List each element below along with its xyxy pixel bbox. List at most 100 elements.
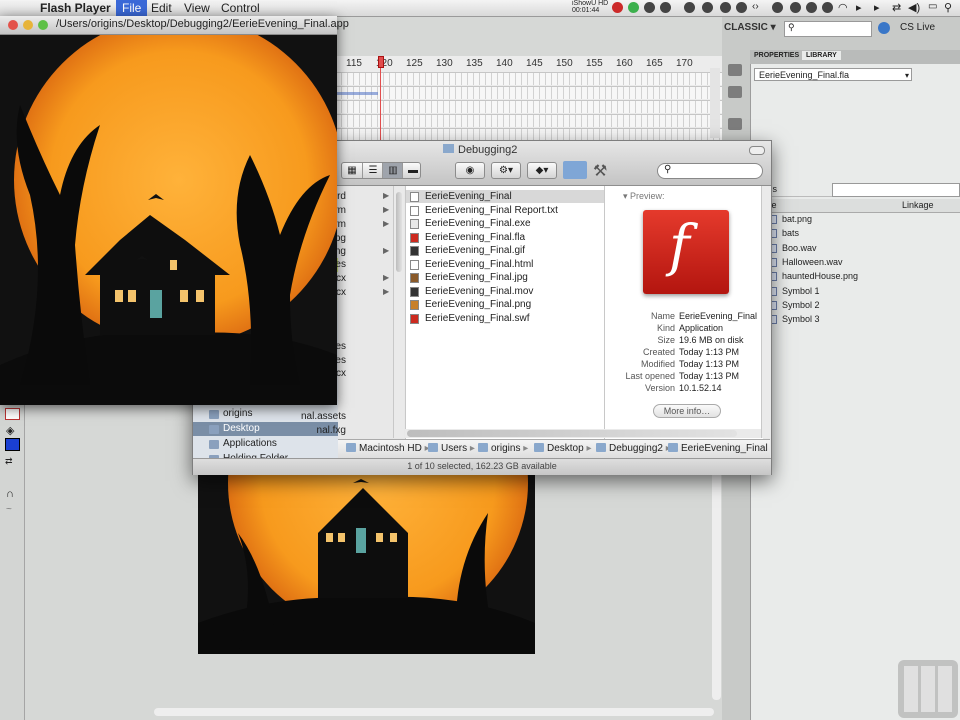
accessibility-icon[interactable] xyxy=(736,2,747,13)
action-menu-button[interactable]: ⚙▾ xyxy=(491,162,521,179)
timeline-layer-row[interactable] xyxy=(336,114,722,127)
code-icon[interactable]: ‹› xyxy=(752,1,759,12)
smooth-icon[interactable]: ~ xyxy=(6,504,12,515)
file-list-item[interactable]: EerieEvening_Final.fla xyxy=(406,231,604,244)
timeline-layer-row[interactable] xyxy=(336,72,722,85)
desktop-widget[interactable] xyxy=(898,660,958,718)
library-document-select[interactable]: EerieEvening_Final.fla ▾ xyxy=(754,68,912,81)
column-linkage[interactable]: Linkage xyxy=(902,200,934,210)
battery-icon[interactable]: ▭ xyxy=(928,1,937,12)
menu-edit[interactable]: Edit xyxy=(151,1,172,15)
snap-magnet-icon[interactable]: ∩ xyxy=(6,488,14,500)
disclosure-triangle-icon[interactable]: ▾ xyxy=(623,191,630,201)
menu-extra-icon[interactable]: ▸ xyxy=(874,1,880,14)
playhead[interactable] xyxy=(378,56,384,140)
toolbar-toggle-button[interactable] xyxy=(749,146,765,155)
file-list-item[interactable]: EerieEvening_Final.exe xyxy=(406,217,604,230)
stage-horizontal-scrollbar[interactable] xyxy=(154,708,714,716)
library-item[interactable]: Symbol 1 xyxy=(768,284,820,298)
timeline-layer-row[interactable] xyxy=(336,86,722,99)
minimize-window-button[interactable] xyxy=(23,20,33,30)
icon-view-button[interactable]: ▦ xyxy=(342,163,362,178)
column-scrollbar[interactable] xyxy=(393,186,404,438)
path-crumb[interactable]: Users ▸ xyxy=(428,443,475,454)
path-crumb[interactable]: origins ▸ xyxy=(478,443,528,454)
library-search-input[interactable] xyxy=(832,183,960,197)
library-item[interactable]: Symbol 3 xyxy=(768,312,820,326)
column-item[interactable]: nal.fxg xyxy=(193,424,346,438)
quick-look-button[interactable]: ◉ xyxy=(455,162,485,179)
volume-icon[interactable]: ◀) xyxy=(908,1,920,14)
zoom-window-button[interactable] xyxy=(38,20,48,30)
file-list-item[interactable]: EerieEvening_Final.html xyxy=(406,258,604,271)
library-item[interactable]: bat.png xyxy=(768,212,812,226)
file-list-item[interactable]: EerieEvening_Final.swf xyxy=(406,312,604,325)
workspace-switcher[interactable]: CLASSIC ▾ xyxy=(724,22,776,33)
file-list-item[interactable]: EerieEvening_Final.png xyxy=(406,298,604,311)
sync-icon[interactable] xyxy=(790,2,801,13)
column-item[interactable]: nal.assets xyxy=(193,410,346,424)
menu-extra-icon[interactable]: ⇄ xyxy=(892,1,901,14)
path-crumb[interactable]: Macintosh HD ▸ xyxy=(346,443,430,454)
status-icon[interactable] xyxy=(628,2,639,13)
frame-number: 155 xyxy=(586,58,603,69)
time-machine-icon[interactable] xyxy=(720,2,731,13)
library-item[interactable]: bats xyxy=(768,226,799,240)
swatches-icon[interactable] xyxy=(728,64,742,76)
menu-extra-icon[interactable] xyxy=(702,2,713,13)
app-name-menu[interactable]: Flash Player xyxy=(40,1,111,15)
menu-control[interactable]: Control xyxy=(221,1,260,15)
finder-horizontal-scrollbar[interactable] xyxy=(405,429,761,438)
path-crumb[interactable]: Debugging2 ▸ xyxy=(596,443,671,454)
cs-live-icon[interactable] xyxy=(878,22,890,34)
file-list-item[interactable]: EerieEvening_Final xyxy=(406,190,604,203)
bird-icon[interactable] xyxy=(684,2,695,13)
info-icon[interactable] xyxy=(728,118,742,130)
stage-artwork[interactable] xyxy=(198,473,535,654)
swap-colors-icon[interactable]: ⇄ xyxy=(5,456,13,467)
preview-scrollbar[interactable] xyxy=(761,186,771,438)
path-crumb[interactable]: EerieEvening_Final xyxy=(668,443,768,454)
sidebar-item[interactable]: Applications xyxy=(193,437,338,451)
more-info-button[interactable]: More info… xyxy=(653,404,721,418)
library-item[interactable]: hauntedHouse.png xyxy=(768,269,858,283)
file-list-item[interactable]: EerieEvening_Final.gif xyxy=(406,244,604,257)
help-search-input[interactable]: ⚲ xyxy=(784,21,872,37)
timeline-scrollbar[interactable] xyxy=(710,68,720,138)
spotlight-icon[interactable]: ⚲ xyxy=(944,1,952,14)
record-icon[interactable] xyxy=(612,2,623,13)
library-item[interactable]: Boo.wav xyxy=(768,241,817,255)
menu-file[interactable]: File xyxy=(116,0,148,16)
cs-live-button[interactable]: CS Live xyxy=(900,22,935,33)
menu-extra-icon[interactable] xyxy=(772,2,783,13)
menu-extra-icon[interactable] xyxy=(660,2,671,13)
new-folder-icon[interactable] xyxy=(563,161,587,179)
list-view-button[interactable]: ☰ xyxy=(362,163,383,178)
tools-icon[interactable]: ⚒ xyxy=(593,161,607,181)
wifi-icon[interactable]: ◠ xyxy=(838,1,848,14)
align-icon[interactable] xyxy=(728,86,742,98)
tab-library[interactable]: LIBRARY xyxy=(802,51,841,60)
path-crumb[interactable]: Desktop ▸ xyxy=(534,443,592,454)
menu-extra-icon[interactable]: ▸ xyxy=(856,1,862,14)
library-item[interactable]: Symbol 2 xyxy=(768,298,820,312)
file-list-item[interactable]: EerieEvening_Final Report.txt xyxy=(406,204,604,217)
column-view-button[interactable]: ▥ xyxy=(382,163,403,178)
menu-view[interactable]: View xyxy=(184,1,210,15)
clock-icon[interactable] xyxy=(806,2,817,13)
paint-bucket-icon[interactable]: ◈ xyxy=(6,424,16,437)
menu-extra-icon[interactable] xyxy=(644,2,655,13)
coverflow-view-button[interactable]: ▬ xyxy=(402,163,423,178)
swf-content[interactable] xyxy=(0,35,337,405)
file-list-item[interactable]: EerieEvening_Final.mov xyxy=(406,285,604,298)
tab-properties[interactable]: PROPERTIES xyxy=(750,51,803,60)
bluetooth-icon[interactable] xyxy=(822,2,833,13)
file-list-item[interactable]: EerieEvening_Final.jpg xyxy=(406,271,604,284)
finder-search-input[interactable]: ⚲ xyxy=(657,163,763,179)
dropbox-menu-button[interactable]: ◆▾ xyxy=(527,162,557,179)
close-window-button[interactable] xyxy=(8,20,18,30)
timeline-layer-row[interactable] xyxy=(336,100,722,113)
library-item[interactable]: Halloween.wav xyxy=(768,255,843,269)
fill-color-icon[interactable] xyxy=(5,438,20,451)
stroke-color-icon[interactable] xyxy=(5,408,20,420)
